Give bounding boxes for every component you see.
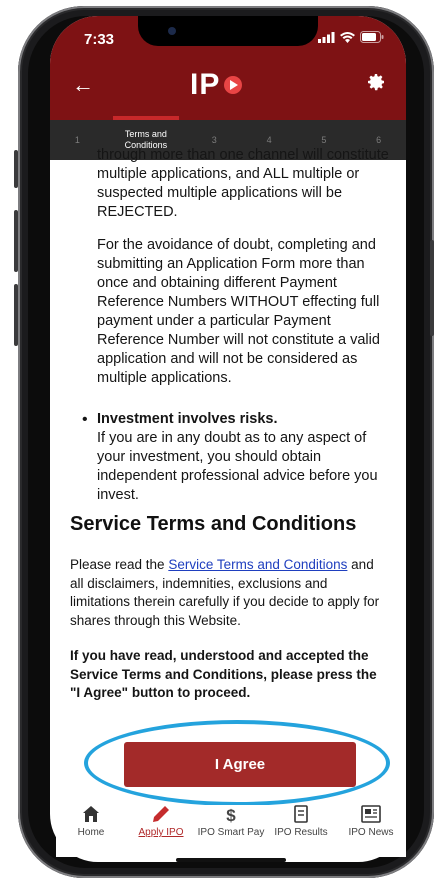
dollar-icon: $	[226, 806, 236, 825]
side-button	[430, 240, 434, 336]
battery-icon	[360, 31, 384, 46]
step-6: 6	[376, 135, 382, 145]
logo-play-icon	[224, 76, 243, 94]
step-3: 3	[211, 135, 217, 145]
service-terms-link[interactable]: Service Terms and Conditions	[168, 557, 347, 572]
back-arrow-icon[interactable]: ←	[72, 74, 94, 96]
step-progress: 1 Terms and Conditions 3 4 5 6	[50, 116, 406, 160]
i-agree-button[interactable]: I Agree	[124, 742, 356, 787]
tab-label: Home	[77, 827, 105, 838]
step-1: 1	[74, 135, 80, 145]
step-terms-and-conditions: Terms and Conditions	[105, 116, 187, 160]
notch	[138, 16, 318, 46]
side-button	[14, 210, 18, 272]
status-icons	[318, 31, 384, 46]
ipo-logo: IP	[190, 68, 243, 102]
tab-ipo-news[interactable]: IPO News	[336, 805, 406, 857]
side-button	[14, 284, 18, 346]
tab-label: IPO News	[348, 827, 394, 838]
gear-icon[interactable]	[366, 72, 386, 98]
tab-ipo-results[interactable]: IPO Results	[266, 805, 336, 857]
signal-icon	[318, 31, 335, 46]
tab-label: Apply IPO	[138, 827, 184, 838]
tab-ipo-smart-pay[interactable]: $ IPO Smart Pay	[196, 805, 266, 857]
newspaper-icon	[361, 805, 381, 827]
pencil-icon	[152, 805, 170, 827]
bottom-tab-bar: Home Apply IPO $ IPO Smart Pay IPO Resul…	[56, 805, 406, 857]
app-header: 7:33 ← IP	[50, 16, 406, 124]
home-icon	[82, 805, 100, 827]
tab-home[interactable]: Home	[56, 805, 126, 857]
logo-text: IP	[190, 68, 221, 101]
step-4: 4	[266, 135, 272, 145]
status-time: 7:33	[84, 31, 115, 48]
tab-label: IPO Smart Pay	[197, 827, 265, 838]
app-screen: 7:33 ← IP 1 Terms and Conditions 3 4 5 6	[50, 16, 406, 862]
tab-label: IPO Results	[274, 827, 328, 838]
step-5: 5	[321, 135, 327, 145]
side-button	[14, 150, 18, 188]
wifi-icon	[340, 31, 355, 46]
tab-apply-ipo[interactable]: Apply IPO	[126, 805, 196, 857]
home-indicator[interactable]	[176, 858, 286, 862]
document-icon	[294, 805, 308, 827]
camera-icon	[168, 27, 176, 35]
